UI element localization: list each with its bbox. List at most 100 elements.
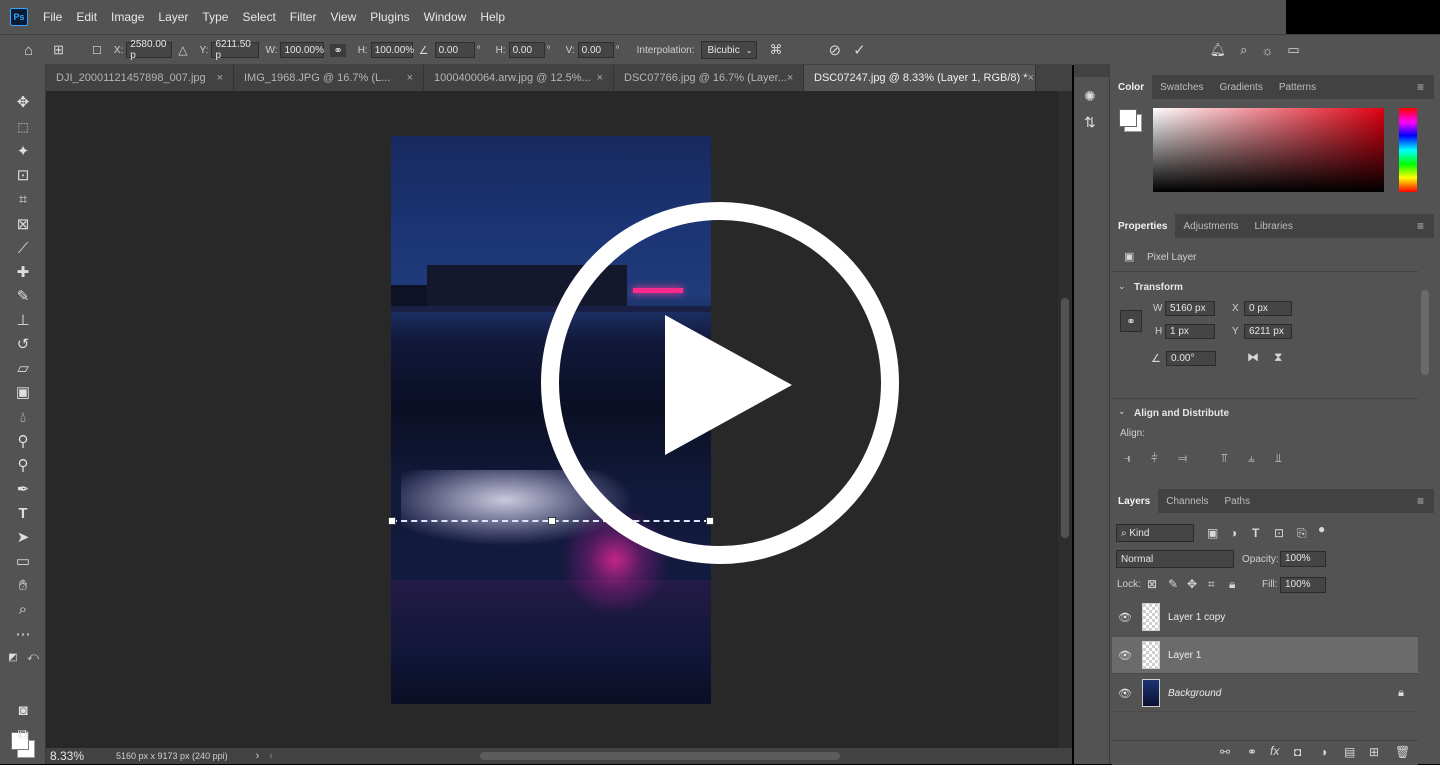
lock-image-icon[interactable]: ✎ [1168,577,1178,591]
filter-smart-object-icon[interactable]: ⎘ [1297,526,1307,541]
menu-filter[interactable]: Filter [283,10,324,24]
marquee-tool-icon[interactable]: ⬚ [11,117,35,137]
prop-height-field[interactable]: 1 px [1165,324,1215,339]
menu-layer[interactable]: Layer [151,10,195,24]
fill-field[interactable]: 100% [1280,577,1326,593]
new-layer-icon[interactable]: ⊞ [1369,745,1379,759]
object-select-tool-icon[interactable]: ✦ [11,141,35,161]
frame-tool-icon[interactable]: ⊠ [11,214,35,234]
tab-document-1[interactable]: DJI_20001121457898_007.jpg × [46,65,234,91]
close-icon[interactable]: × [1028,72,1034,84]
link-dimensions-icon[interactable]: ⚭ [1120,310,1142,332]
layer-row-selected[interactable]: 👁︎ Layer 1 [1112,637,1418,674]
commit-transform-icon[interactable]: ✓ [853,41,866,59]
learn-icon[interactable]: ✺ [1084,88,1096,105]
hskew-field[interactable]: 0.00 [508,42,545,58]
discover-icon[interactable]: ☼ [1261,43,1273,58]
warp-icon[interactable]: ⌘ [769,42,782,58]
lock-position-icon[interactable]: ✥ [1187,577,1197,591]
close-icon[interactable]: × [597,72,603,84]
horizontal-scroll-thumb[interactable] [480,752,840,760]
blend-mode-select[interactable]: Normal [1116,550,1234,568]
prop-angle-field[interactable]: 0.00° [1166,351,1216,366]
zoom-tool-icon[interactable]: ⌕ [11,599,35,619]
reference-checkbox-icon[interactable]: ☐ [92,44,102,57]
home-icon[interactable]: ⌂ [24,42,33,59]
tab-patterns[interactable]: Patterns [1271,75,1324,99]
dodge-tool-icon[interactable]: ⚲ [11,431,35,451]
pen-tool-icon[interactable]: ✒ [11,479,35,499]
visibility-eye-icon[interactable]: 👁︎ [1112,649,1138,662]
layer-filter-kind-select[interactable]: ⌕ Kind [1116,524,1194,542]
close-icon[interactable]: × [787,72,793,84]
visibility-eye-icon[interactable]: 👁︎ [1112,611,1138,624]
adjustment-layer-icon[interactable]: ◑ [1320,745,1327,759]
tab-swatches[interactable]: Swatches [1152,75,1211,99]
flip-vertical-icon[interactable]: ⧗ [1274,350,1282,365]
group-folder-icon[interactable]: ▤ [1344,745,1355,759]
path-select-tool-icon[interactable]: ➤ [11,527,35,547]
move-tool-icon[interactable]: ✥ [11,92,35,112]
filter-toggle-icon[interactable]: ● [1318,522,1325,536]
trash-icon[interactable]: 🗑︎ [1395,745,1410,759]
status-arrow-icon[interactable]: › [256,750,260,762]
menu-select[interactable]: Select [235,10,282,24]
more-tools-icon[interactable]: ⋯ [11,624,35,644]
chevron-down-icon[interactable]: ⌄ [1118,406,1126,417]
crop-tool-icon[interactable]: ⌗ [11,189,35,209]
y-field[interactable]: 6211.50 p [211,39,260,61]
filter-pixel-icon[interactable]: ▣ [1207,526,1218,540]
interpolation-select[interactable]: Bicubic ⌄ [701,41,758,59]
layer-row[interactable]: 👁︎ Background 🔒︎ [1112,675,1418,712]
vertical-scroll-thumb[interactable] [1061,298,1069,538]
tab-libraries[interactable]: Libraries [1247,214,1301,238]
swap-colors-icon[interactable]: ⤺ [26,647,40,667]
rectangle-tool-icon[interactable]: ▭ [11,551,35,571]
tab-document-active[interactable]: DSC07247.jpg @ 8.33% (Layer 1, RGB/8) * × [804,65,1036,91]
workspace-icon[interactable]: ▭ [1287,42,1299,58]
gradient-tool-icon[interactable]: ▣ [11,382,35,402]
eraser-tool-icon[interactable]: ▱ [11,358,35,378]
transform-handle-left[interactable] [388,517,396,525]
tab-gradients[interactable]: Gradients [1211,75,1270,99]
panel-menu-icon[interactable]: ≡ [1417,80,1424,94]
align-right-icon[interactable]: ⫤ [1178,451,1187,466]
reference-point-icon[interactable]: ⊞ [53,42,64,58]
close-icon[interactable]: × [407,72,413,84]
dodge-burn-tool-icon[interactable]: ⚲ [11,455,35,475]
menu-image[interactable]: Image [104,10,151,24]
screen-mode-icon[interactable]: ⧉ [11,724,35,744]
filter-shape-icon[interactable]: ⊡ [1274,526,1284,540]
video-play-overlay-icon[interactable] [530,200,910,566]
brush-tool-icon[interactable]: ✎ [11,286,35,306]
tab-properties[interactable]: Properties [1110,214,1176,238]
properties-scroll-thumb[interactable] [1421,290,1429,375]
menu-type[interactable]: Type [195,10,235,24]
fx-icon[interactable]: fx [1270,744,1279,758]
align-horizontal-center-icon[interactable]: ⫩ [1151,451,1158,466]
filter-type-icon[interactable]: T [1252,526,1259,540]
flip-horizontal-icon[interactable]: ⧓ [1247,350,1259,364]
menu-view[interactable]: View [323,10,363,24]
width-field[interactable]: 100.00% [280,42,325,58]
menu-window[interactable]: Window [417,10,474,24]
color-fg-swatch[interactable] [1119,109,1137,127]
search-icon[interactable]: ⌕ [1240,42,1247,58]
healing-brush-tool-icon[interactable]: ✚ [11,262,35,282]
align-bottom-icon[interactable]: ⫫ [1275,451,1282,466]
close-icon[interactable]: × [217,72,223,84]
align-vertical-center-icon[interactable]: ⫨ [1248,451,1255,466]
align-left-icon[interactable]: ⫣ [1124,451,1131,466]
panel-menu-icon[interactable]: ≡ [1417,219,1424,233]
panel-menu-icon[interactable]: ≡ [1417,494,1424,508]
lock-all-icon[interactable]: 🔒︎ [1229,577,1235,592]
layer-row[interactable]: 👁︎ Layer 1 copy [1112,599,1418,636]
tab-color[interactable]: Color [1110,75,1153,99]
menu-help[interactable]: Help [473,10,512,24]
tab-paths[interactable]: Paths [1217,489,1259,513]
hand-tool-icon[interactable]: ✋︎ [11,575,35,595]
menu-file[interactable]: File [36,10,69,24]
scroll-left-icon[interactable]: ‹ [269,750,273,762]
angle-field[interactable]: 0.00 [434,42,475,58]
history-brush-tool-icon[interactable]: ↺ [11,334,35,354]
